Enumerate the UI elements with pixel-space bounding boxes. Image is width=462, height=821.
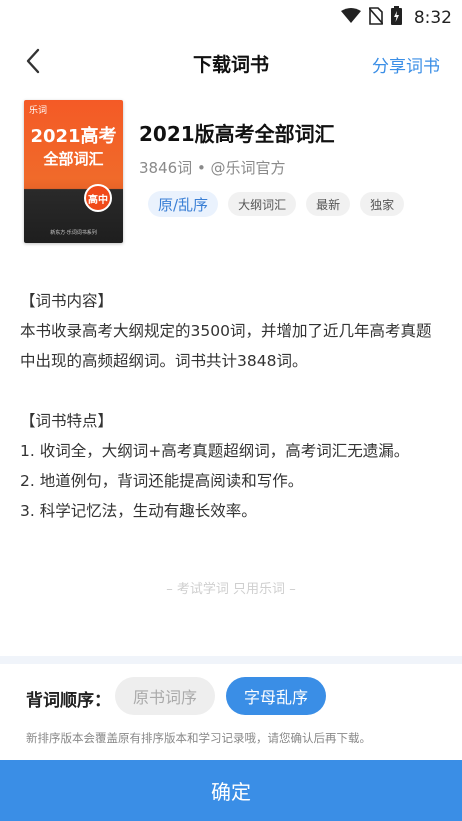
content-text: 本书收录高考大纲规定的3500词，并增加了近几年高考真题中出现的高频超纲词。词书… [20,322,432,370]
confirm-button[interactable]: 确定 [0,760,462,821]
feature-item: 3. 科学记忆法，生动有趣长效率。 [20,502,257,520]
wifi-icon [340,7,361,28]
cover-footer: 新东方·乐词词书系列 [50,230,97,236]
content-heading: 【词书内容】 [20,292,114,310]
divider [0,656,462,664]
book-header: 乐词 2021高考 全部词汇 高中 新东方·乐词词书系列 2021版高考全部词汇… [0,100,462,250]
option-shuffled-order[interactable]: 字母乱序 [226,677,326,715]
book-description: 【词书内容】 本书收录高考大纲规定的3500词，并增加了近几年高考真题中出现的高… [20,286,445,526]
cover-brand: 乐词 [29,106,48,116]
order-notice: 新排序版本会覆盖原有排序版本和学习记录哦，请您确认后再下载。 [26,731,371,745]
book-meta: 3846词 • @乐词官方 [139,159,286,177]
tag-item: 最新 [306,192,351,216]
order-sheet: 背词顺序： 原书词序 字母乱序 新排序版本会覆盖原有排序版本和学习记录哦，请您确… [0,656,462,760]
slogan: – 考试学词 只用乐词 – [166,582,296,597]
features-heading: 【词书特点】 [20,412,114,430]
tag-list: 原/乱序 大纲词汇 最新 独家 [148,191,405,217]
cover-badge: 高中 [84,184,112,212]
cover-title-line2: 全部词汇 [43,150,104,168]
no-sim-icon [368,6,384,29]
order-label: 背词顺序： [26,691,111,711]
book-cover: 乐词 2021高考 全部词汇 高中 新东方·乐词词书系列 [24,100,123,243]
feature-item: 2. 地道例句，背词还能提高阅读和写作。 [20,472,304,490]
status-bar: 8:32 [0,0,462,34]
battery-icon [390,6,402,29]
option-original-order[interactable]: 原书词序 [115,677,215,715]
top-nav: 下载词书 分享词书 [0,34,462,92]
tag-item: 大纲词汇 [228,192,297,216]
book-title: 2021版高考全部词汇 [139,122,335,146]
status-time: 8:32 [413,7,452,28]
tag-order: 原/乱序 [148,191,219,217]
feature-item: 1. 收词全，大纲词+高考真题超纲词，高考词汇无遗漏。 [20,442,410,460]
share-button[interactable]: 分享词书 [372,52,440,77]
tag-item: 独家 [360,192,405,216]
cover-title-line1: 2021高考 [30,126,117,147]
